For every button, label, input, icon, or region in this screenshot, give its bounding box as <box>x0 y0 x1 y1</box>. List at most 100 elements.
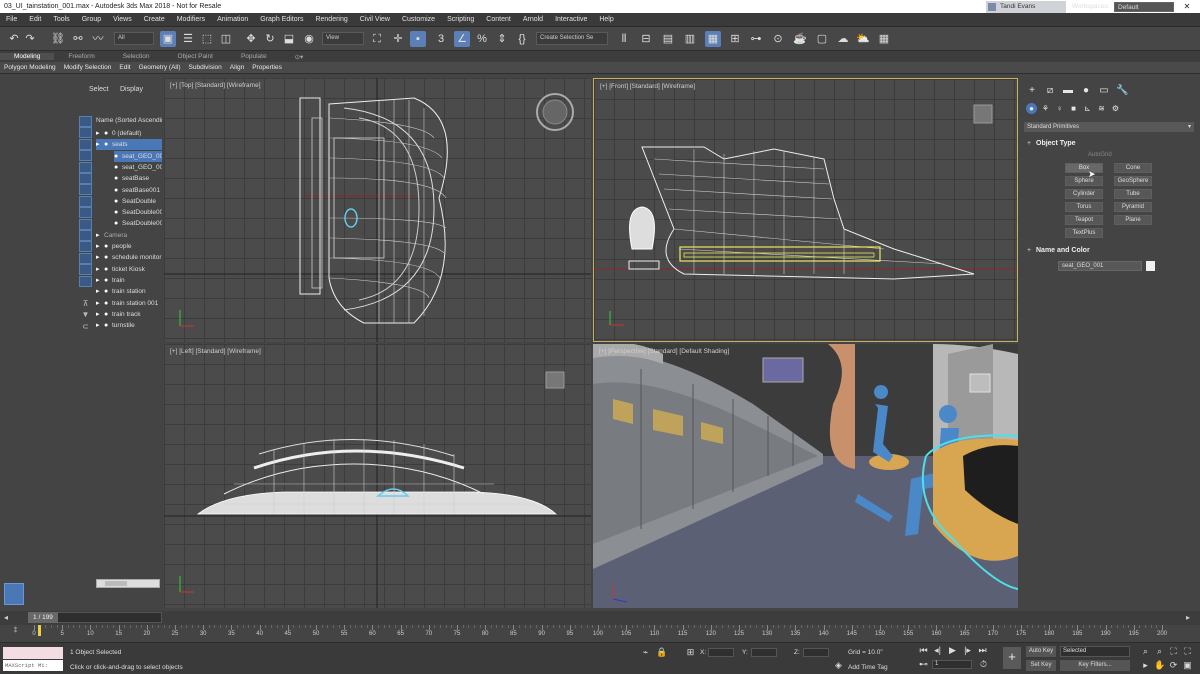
schematic-view-icon[interactable]: ⊶ <box>748 31 764 47</box>
ribbon-options-icon[interactable]: ⊙▾ <box>281 53 318 61</box>
menu-arnold[interactable]: Arnold <box>517 16 549 23</box>
menu-scripting[interactable]: Scripting <box>441 16 480 23</box>
hidden-filter-icon[interactable] <box>79 241 92 253</box>
shapes-icon[interactable]: ⚘ <box>1040 103 1051 114</box>
groups-filter-icon[interactable] <box>79 184 92 196</box>
close-button[interactable]: ✕ <box>1176 0 1198 13</box>
key-filters-button[interactable]: Key Filters... <box>1060 660 1130 671</box>
object-name-field[interactable]: seat_GEO_001 <box>1058 261 1142 271</box>
object-type-rollout[interactable]: Object Type <box>1024 138 1192 150</box>
zoom-extents-all-icon[interactable]: ⛶ <box>1182 646 1193 657</box>
orbit-icon[interactable]: ⟳ <box>1168 660 1179 671</box>
geometry-filter-icon[interactable] <box>79 116 92 127</box>
shapes-filter-icon[interactable] <box>79 127 92 139</box>
scene-row[interactable]: ●seat_GEO_001 <box>114 150 162 162</box>
goto-end-icon[interactable]: ⏭ <box>977 645 988 656</box>
select-by-name-icon[interactable]: ☰ <box>180 31 196 47</box>
expand-arrow-icon[interactable]: ▸ <box>96 230 104 241</box>
zoom-icon[interactable]: ⌕ <box>1140 646 1151 657</box>
eye-icon[interactable]: ● <box>114 196 122 207</box>
display-tab-icon[interactable]: ▭ <box>1098 85 1110 97</box>
scene-layers-icon[interactable]: ⊂ <box>79 322 92 333</box>
goto-start-icon[interactable]: ⏮ <box>918 645 929 656</box>
pan-icon[interactable]: ✋ <box>1154 660 1165 671</box>
prev-key-icon[interactable]: ◂| <box>932 645 943 656</box>
scene-row[interactable]: ▸ ● schedule monitor <box>96 252 162 263</box>
scene-tab-select[interactable]: Select <box>89 86 108 93</box>
eye-icon[interactable]: ● <box>104 252 112 263</box>
menu-animation[interactable]: Animation <box>211 16 254 23</box>
render-cloud-icon[interactable]: ▦ <box>876 31 892 47</box>
eye-icon[interactable]: ● <box>104 264 112 275</box>
curve-editor-icon[interactable]: ⊞ <box>727 31 743 47</box>
absolute-mode-icon[interactable]: ⊞ <box>685 647 696 658</box>
set-key-button[interactable]: Set Key <box>1026 660 1056 671</box>
hierarchy-tab-icon[interactable]: ▬ <box>1062 85 1074 97</box>
ribbon-item-modify-selection[interactable]: Modify Selection <box>60 64 116 71</box>
eye-icon[interactable]: ● <box>104 286 112 297</box>
expand-arrow-icon[interactable]: ▸ <box>96 298 104 309</box>
systems-icon[interactable]: ⚙ <box>1110 103 1121 114</box>
viewport-front[interactable]: [+] [Front] [Standard] [Wireframe] <box>593 78 1018 342</box>
time-config-icon[interactable]: ⏱ <box>978 659 989 670</box>
expand-arrow-icon[interactable]: ▸ <box>96 139 104 150</box>
viewport-top[interactable]: [+] [Top] [Standard] [Wireframe] <box>164 78 591 342</box>
scale-icon[interactable]: ⬓ <box>281 31 297 47</box>
add-time-tag-icon[interactable]: ◈ <box>833 660 844 671</box>
keyboard-shortcut-icon[interactable]: ▪ <box>410 31 426 47</box>
menu-views[interactable]: Views <box>107 16 138 23</box>
eye-icon[interactable]: ● <box>104 241 112 252</box>
add-time-tag[interactable]: Add Time Tag <box>848 664 888 671</box>
helpers-icon[interactable]: ⊾ <box>1082 103 1093 114</box>
eye-icon[interactable]: ● <box>104 309 112 320</box>
redo-icon[interactable]: ↷ <box>22 31 38 47</box>
rotate-icon[interactable]: ↻ <box>262 31 278 47</box>
all-filter-icon[interactable] <box>79 252 92 264</box>
placement-icon[interactable]: ◉ <box>301 31 317 47</box>
object-button-sphere[interactable]: Sphere <box>1065 176 1103 186</box>
isolate-selection-icon[interactable]: ⌁ <box>640 647 651 658</box>
ribbon-tab-selection[interactable]: Selection <box>109 53 164 60</box>
menu-create[interactable]: Create <box>138 16 171 23</box>
motion-tab-icon[interactable]: ● <box>1080 85 1092 97</box>
xrefs-filter-icon[interactable] <box>79 195 92 207</box>
scene-row[interactable]: ▸ ● train station <box>96 286 162 297</box>
scene-row[interactable]: ●SeatDouble001 <box>114 207 162 218</box>
y-coord-field[interactable] <box>751 648 777 657</box>
eye-icon[interactable]: ● <box>104 128 112 139</box>
next-frame-icon[interactable]: ▸ <box>1186 613 1190 622</box>
object-button-geosphere[interactable]: GeoSphere <box>1114 176 1152 186</box>
scene-row[interactable]: ●seat_GEO_002 <box>114 162 162 173</box>
trackbar[interactable]: ⁑ 0 5 10 15 20 25 30 35 40 45 50 55 60 65 70 75 80 85 90 95… <box>0 625 1200 642</box>
menu-graph-editors[interactable]: Graph Editors <box>254 16 309 23</box>
menu-modifiers[interactable]: Modifiers <box>171 16 211 23</box>
auto-key-button[interactable]: Auto Key <box>1026 646 1056 657</box>
bones-filter-icon[interactable] <box>79 207 92 219</box>
toggle-scene-explorer-icon[interactable]: ▤ <box>660 31 676 47</box>
next-key-icon[interactable]: |▸ <box>962 645 973 656</box>
fov-icon[interactable]: ▸ <box>1140 660 1151 671</box>
menu-file[interactable]: File <box>0 16 23 23</box>
object-button-cylinder[interactable]: Cylinder <box>1065 189 1103 199</box>
scene-row[interactable]: ●SeatDouble002 <box>114 218 162 229</box>
render-setup-icon[interactable]: ☕ <box>792 31 808 47</box>
ribbon-item-properties[interactable]: Properties <box>248 64 286 71</box>
eye-icon[interactable]: ● <box>114 173 122 184</box>
rendered-frame-icon[interactable]: ▢ <box>814 31 830 47</box>
viewport-left[interactable]: [+] [Left] [Standard] [Wireframe] <box>164 344 591 608</box>
workspaces-dropdown[interactable]: Default <box>1114 2 1174 12</box>
trackbar-toggle-icon[interactable]: ⁑ <box>14 627 17 634</box>
object-button-box[interactable]: Box <box>1065 163 1103 173</box>
menu-edit[interactable]: Edit <box>23 16 47 23</box>
time-slider[interactable]: 1 / 199 ◂ ▸ <box>0 611 1200 625</box>
scene-row[interactable]: ▸ ● seats <box>96 139 162 151</box>
ribbon-tab-object-paint[interactable]: Object Paint <box>164 53 227 60</box>
ribbon-item-polygon-modeling[interactable]: Polygon Modeling <box>0 64 60 71</box>
ribbon-item-align[interactable]: Align <box>226 64 248 71</box>
scene-horizontal-scrollbar[interactable] <box>96 579 160 588</box>
play-icon[interactable]: ▶ <box>947 645 958 656</box>
maximize-viewport-icon[interactable]: ▣ <box>1182 660 1193 671</box>
undo-icon[interactable]: ↶ <box>6 31 22 47</box>
object-button-pyramid[interactable]: Pyramid <box>1114 202 1152 212</box>
ribbon-item-subdivision[interactable]: Subdivision <box>185 64 226 71</box>
